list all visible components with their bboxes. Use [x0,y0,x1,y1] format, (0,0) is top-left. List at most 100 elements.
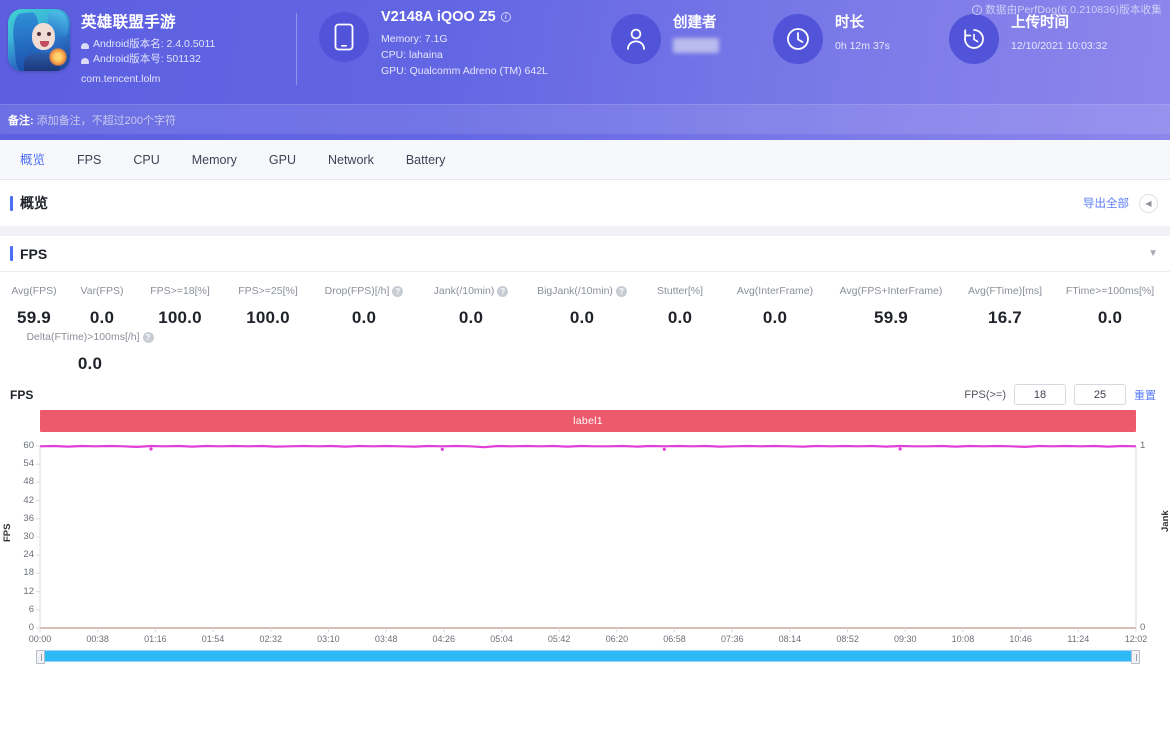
metric-label: Jank(/10min)? [416,282,526,300]
metric-value: 59.9 [874,308,908,327]
page-title: 概览 [10,193,48,213]
device-cpu: CPU: lahaina [381,49,443,61]
tab-battery[interactable]: Battery [390,140,462,180]
metric-value: 0.0 [762,308,788,327]
tab-cpu[interactable]: CPU [117,140,175,180]
metric-value: 0.0 [89,308,115,327]
fps-title-text: FPS [20,245,48,262]
metric-label: Delta(FTime)>100ms[/h]? [20,328,160,346]
data-source-text: 数据由PerfDog(6.0.210836)版本收集 [985,4,1162,16]
metric-label: Avg(InterFrame) [736,285,814,297]
metric-label: Stutter[%] [656,285,704,297]
x-tick: 07:36 [720,634,744,644]
metric-value: 0.0 [77,354,103,373]
x-tick: 08:14 [778,634,802,644]
device-info-icon[interactable]: i [500,12,511,22]
metric-label: Drop(FPS)[/h]? [312,282,416,300]
help-icon[interactable]: ? [392,285,404,297]
fps-threshold-controls: FPS(>=) 重置 [964,384,1156,405]
collapse-sidebar-button[interactable]: ◀ [1139,193,1158,213]
overview-title-text: 概览 [20,195,48,211]
x-tick: 09:30 [893,634,917,644]
x-tick: 02:32 [259,634,282,644]
metric-cell: FTime>=100ms[%] 0.0 [1056,282,1164,328]
fps-threshold-input-2[interactable] [1074,384,1126,405]
device-gpu: GPU: Qualcomm Adreno (TM) 642L [381,65,548,77]
metric-cell: Jank(/10min)? 0.0 [416,282,526,328]
help-icon[interactable]: ? [142,331,154,343]
app-version-code-row: Android版本号: 501132 [81,52,215,67]
metric-value: 16.7 [988,308,1022,327]
x-tick: 06:20 [605,634,629,644]
data-source-note: i 数据由PerfDog(6.0.210836)版本收集 [972,2,1162,17]
help-icon[interactable]: ? [615,285,627,297]
page-header: i 数据由PerfDog(6.0.210836)版本收集 英雄联盟手游 Andr… [0,0,1170,140]
reset-thresholds-button[interactable]: 重置 [1134,387,1156,403]
upload-time-block: 上传时间 12/10/2021 10:03:32 [949,9,1107,64]
device-model: V2148A iQOO Z5 [381,9,496,25]
fps-threshold-label: FPS(>=) [964,388,1006,401]
header-divider [296,13,297,85]
x-tick: 12:02 [1124,634,1148,644]
metric-label: Avg(FPS) [11,285,57,297]
metric-value: 0.0 [1097,308,1123,327]
app-icon [8,9,70,71]
creator-name-redacted [673,38,719,53]
fps-panel-collapse-chevron[interactable]: ▼ [1148,248,1158,259]
metric-cell: FPS>=25[%] 100.0 [224,282,312,328]
x-tick: 05:04 [490,634,513,644]
fps-chart: label1 FPS Jank 0 6 12 18 24 30 36 42 48 54 60 01 … [0,406,1170,676]
export-all-button[interactable]: 导出全部 [1083,195,1129,211]
metric-label: Var(FPS) [80,285,124,297]
x-tick: 03:48 [374,634,398,644]
app-info-block: 英雄联盟手游 Android版本名: 2.4.0.5011 Android版本号… [0,9,282,85]
app-version-name-row: Android版本名: 2.4.0.5011 [81,37,215,52]
tab-fps[interactable]: FPS [61,140,117,180]
fps-metrics: Avg(FPS) 59.9 Var(FPS) 0.0 FPS>=18[%] 100.0 FP… [0,272,1170,374]
section-divider [0,226,1170,236]
remark-bar[interactable]: 备注: 添加备注，不超过200个字符 [0,104,1170,134]
tab-memory[interactable]: Memory [176,140,253,180]
metric-value: 0.0 [569,308,595,327]
x-tick: 05:42 [547,634,571,644]
title-accent-bar [10,195,13,211]
x-tick: 04:26 [432,634,456,644]
chart-zoom-slider[interactable] [36,650,1140,664]
metric-cell: BigJank(/10min)? 0.0 [526,282,638,328]
metric-value: 0.0 [351,308,377,327]
fps-threshold-input-1[interactable] [1014,384,1066,405]
metric-cell: Drop(FPS)[/h]? 0.0 [312,282,416,328]
metric-cell: Stutter[%] 0.0 [638,282,722,328]
x-tick: 11:24 [1067,634,1090,644]
device-info-block: V2148A iQOO Z5 i Memory: 7.1G CPU: lahai… [319,9,611,79]
x-tick: 03:10 [317,634,340,644]
metric-cell: Var(FPS) 0.0 [68,282,136,328]
fps-panel-header: FPS ▼ [0,236,1170,272]
zoom-handle-left[interactable] [36,650,45,664]
duration-block: 时长 0h 12m 37s [773,9,949,64]
tab-network[interactable]: Network [312,140,390,180]
metric-cell: Avg(FTime)[ms] 16.7 [954,282,1056,328]
upload-time-value: 12/10/2021 10:03:32 [1011,40,1108,52]
metric-value: 0.0 [667,308,693,327]
chart-plot-area: FPS Jank 0 6 12 18 24 30 36 42 48 54 60 01 00:00 00… [0,438,1170,644]
zoom-handle-right[interactable] [1131,650,1140,664]
user-icon [611,14,661,64]
main-tabbar: 概览 FPS CPU Memory GPU Network Battery [0,140,1170,180]
metric-cell: Avg(InterFrame) 0.0 [722,282,828,328]
metrics-row-secondary: Delta(FTime)>100ms[/h]? 0.0 [0,328,1170,374]
metric-value: 100.0 [158,308,202,327]
help-icon[interactable]: ? [497,285,509,297]
metric-cell: FPS>=18[%] 100.0 [136,282,224,328]
x-tick: 01:16 [144,634,167,644]
metric-label: BigJank(/10min)? [526,282,638,300]
metric-label: Avg(FPS+InterFrame) [839,285,943,297]
tab-overview[interactable]: 概览 [4,140,61,180]
remark-input[interactable]: 添加备注，不超过200个字符 [37,112,176,128]
device-memory: Memory: 7.1G [381,33,448,45]
device-title: V2148A iQOO Z5 i [381,9,548,25]
metric-label: FPS>=18[%] [150,285,210,297]
tab-gpu[interactable]: GPU [253,140,312,180]
app-package-name: com.tencent.lolm [81,73,161,85]
metric-cell: Avg(FPS) 59.9 [0,282,68,328]
